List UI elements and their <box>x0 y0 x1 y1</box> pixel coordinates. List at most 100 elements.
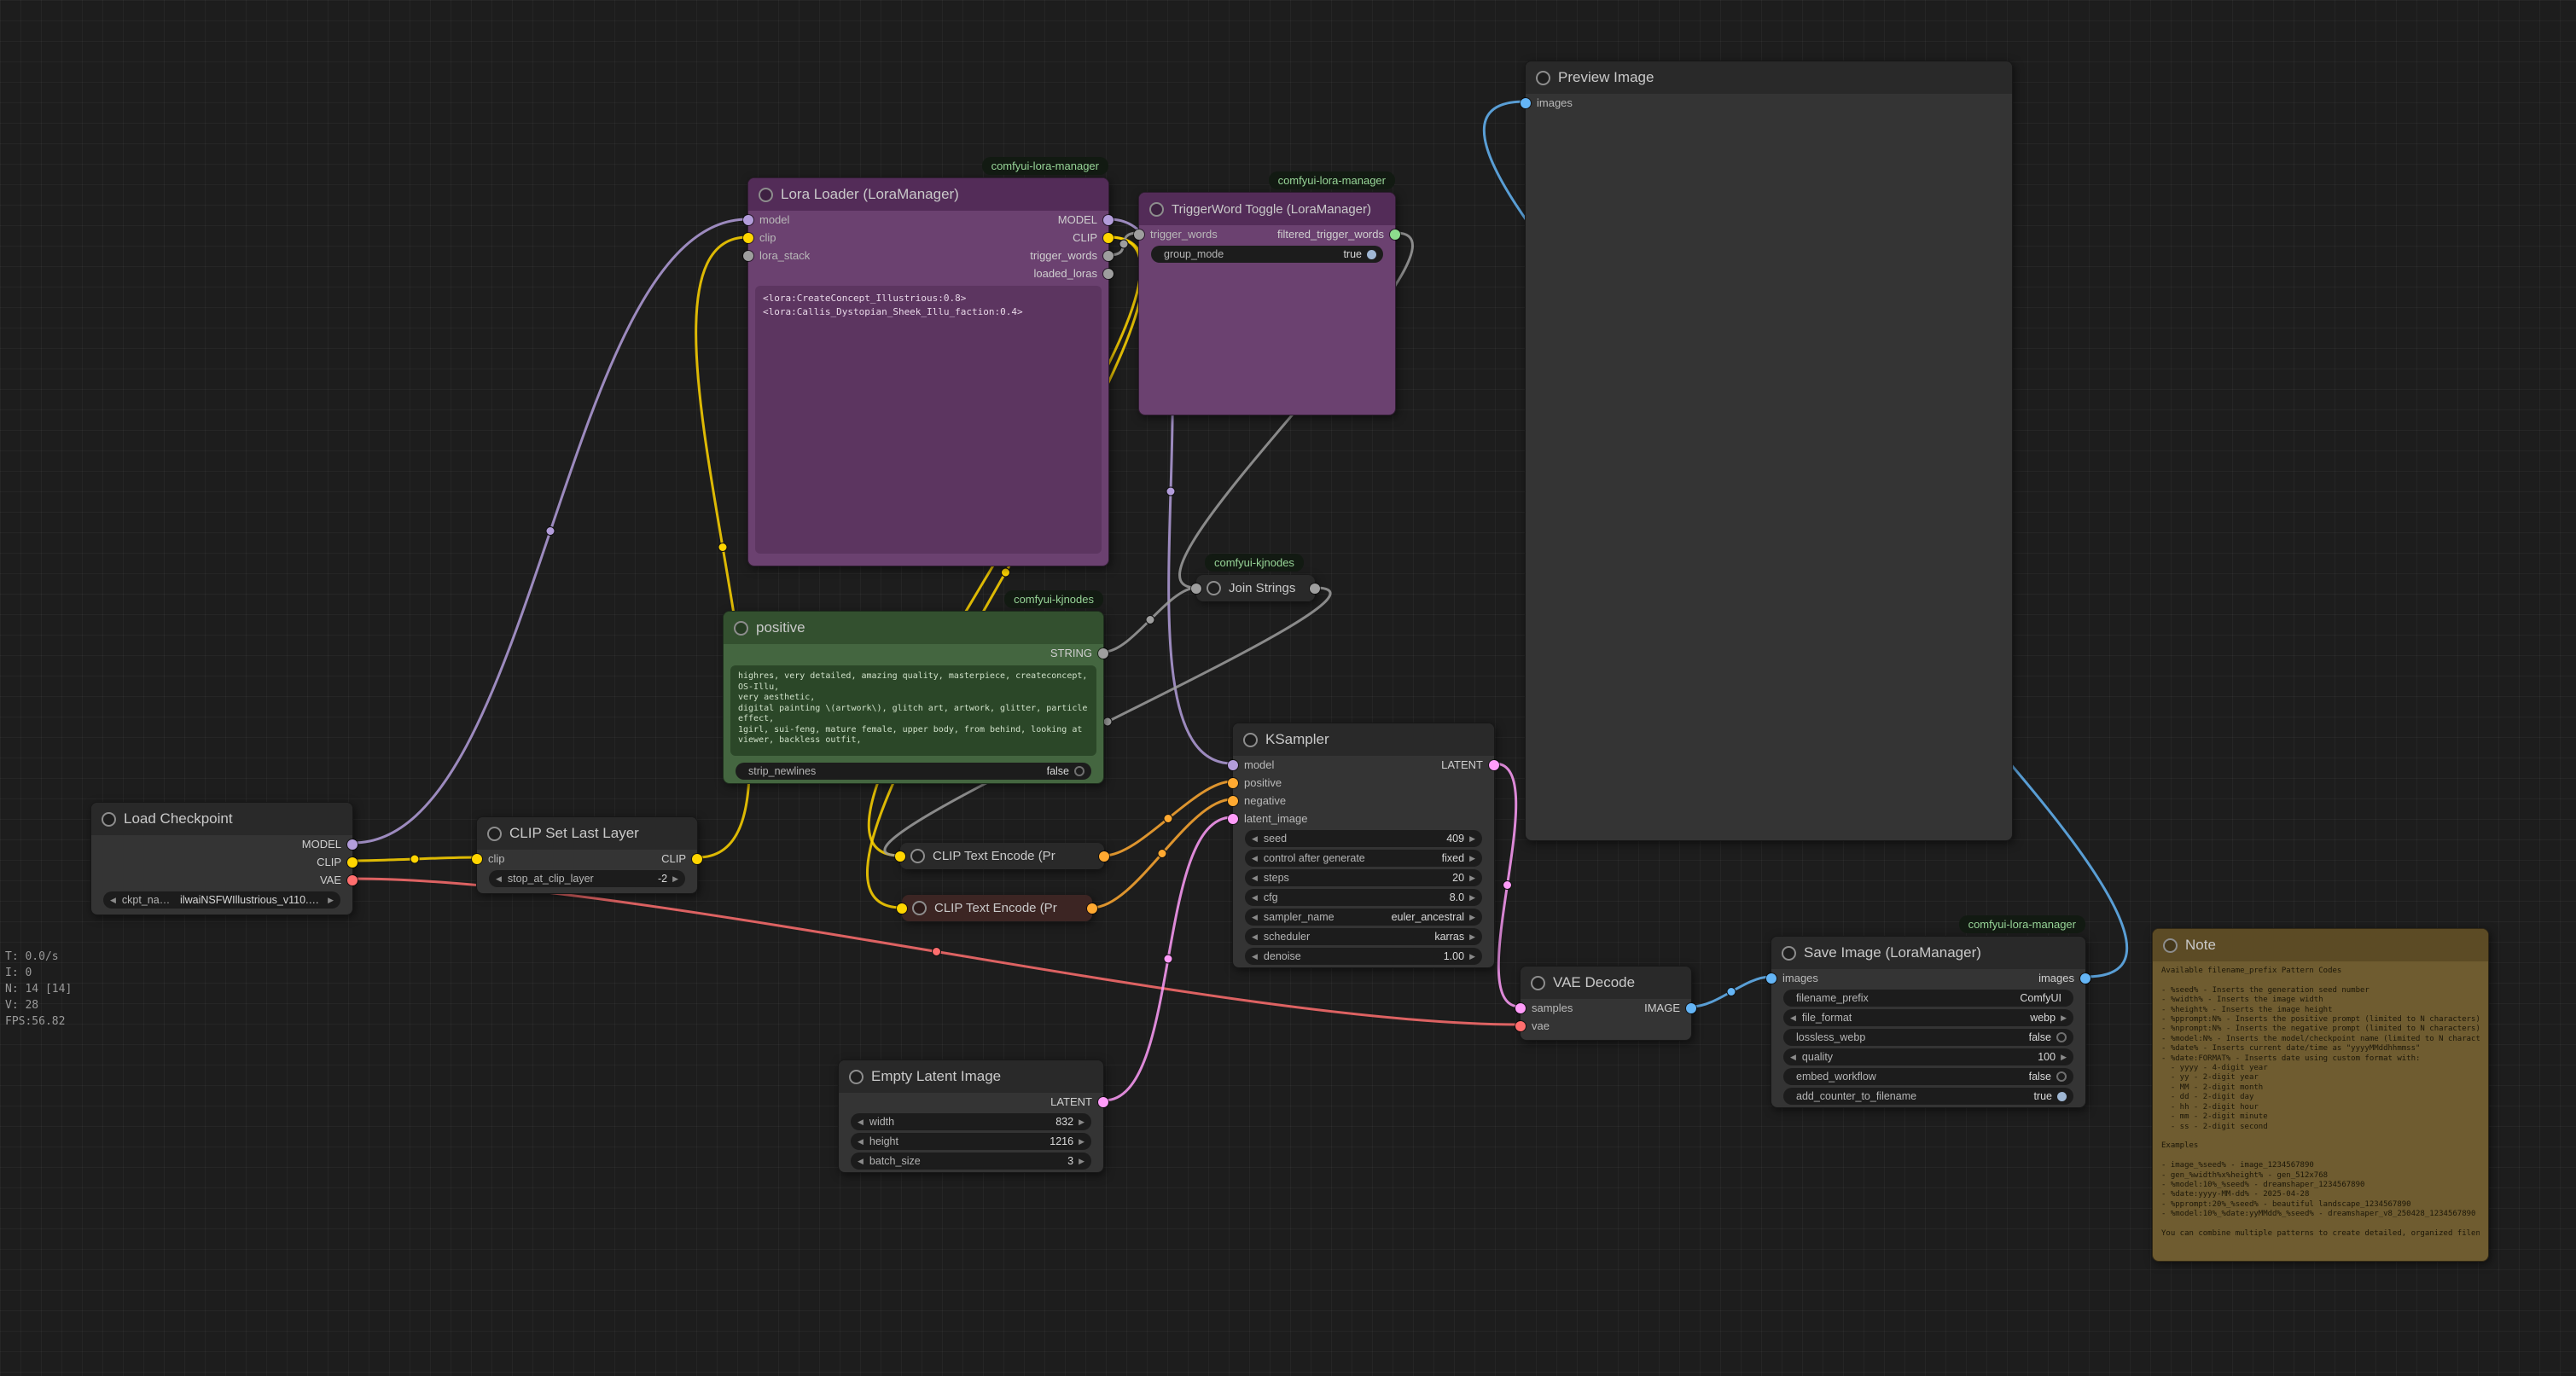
link-checkpoint-model-to-lora-midpoint-dot[interactable] <box>546 527 555 536</box>
next-arrow-icon[interactable]: ▶ <box>1469 952 1475 961</box>
node-clip-text-encode-positive[interactable]: CLIP Text Encode (Pr <box>900 843 1104 869</box>
link-clipset-to-lora-clip-midpoint-dot[interactable] <box>718 543 727 552</box>
input-port-clip[interactable] <box>743 233 753 243</box>
output-port-conditioning[interactable] <box>1087 903 1097 914</box>
node-empty-latent-image[interactable]: Empty Latent Image LATENT ◀ width 832 ▶ … <box>838 1060 1104 1173</box>
input-port-negative[interactable] <box>1228 796 1238 806</box>
next-arrow-icon[interactable]: ▶ <box>2061 1013 2067 1023</box>
link-lora-triggerwords-to-toggle-midpoint-dot[interactable] <box>1119 240 1128 248</box>
node-title-bar[interactable]: TriggerWord Toggle (LoraManager) <box>1139 193 1395 225</box>
widget-steps[interactable]: ◀ steps 20 ▶ <box>1245 869 1482 886</box>
collapse-icon[interactable] <box>1207 581 1221 595</box>
link-latent-to-ksampler-midpoint-dot[interactable] <box>1164 955 1172 963</box>
next-arrow-icon[interactable]: ▶ <box>1079 1157 1084 1166</box>
link-joinstrings-to-positive-encode-midpoint-dot[interactable] <box>1103 717 1112 726</box>
collapse-icon[interactable] <box>1149 202 1164 217</box>
link-negative-cond-to-ksampler-midpoint-dot[interactable] <box>1158 850 1166 858</box>
output-port-images[interactable] <box>2080 973 2090 984</box>
widget-strip-newlines[interactable]: strip_newlines false <box>736 763 1091 780</box>
widget-quality[interactable]: ◀ quality 100 ▶ <box>1783 1048 2073 1065</box>
widget-file-format[interactable]: ◀ file_format webp ▶ <box>1783 1009 2073 1026</box>
node-title-bar[interactable]: positive <box>724 612 1103 644</box>
widget-cfg[interactable]: ◀ cfg 8.0 ▶ <box>1245 889 1482 906</box>
node-clip-set-last-layer[interactable]: CLIP Set Last Layer clip CLIP ◀ stop_at_… <box>476 816 698 894</box>
input-port-vae[interactable] <box>1515 1021 1526 1031</box>
toggle-off-icon[interactable] <box>2056 1071 2067 1082</box>
collapse-icon[interactable] <box>849 1070 864 1084</box>
next-arrow-icon[interactable]: ▶ <box>1469 913 1475 922</box>
input-port-model[interactable] <box>1228 760 1238 770</box>
node-title-bar[interactable]: KSampler <box>1233 723 1494 756</box>
prev-arrow-icon[interactable]: ◀ <box>1790 1053 1796 1062</box>
collapse-icon[interactable] <box>2163 938 2178 953</box>
next-arrow-icon[interactable]: ▶ <box>1079 1118 1084 1127</box>
node-clip-text-encode-negative[interactable]: CLIP Text Encode (Pr <box>902 895 1092 921</box>
link-lora-model-to-ksampler-midpoint-dot[interactable] <box>1166 487 1175 496</box>
next-arrow-icon[interactable]: ▶ <box>2061 1053 2067 1062</box>
node-title-bar[interactable]: Note <box>2153 929 2488 961</box>
input-port-strings[interactable] <box>1191 583 1201 594</box>
widget-seed[interactable]: ◀ seed 409 ▶ <box>1245 830 1482 847</box>
widget-stop-at-clip-layer[interactable]: ◀ stop_at_clip_layer -2 ▶ <box>489 870 685 887</box>
output-port-model[interactable] <box>1103 215 1114 225</box>
prev-arrow-icon[interactable]: ◀ <box>1252 854 1258 863</box>
prev-arrow-icon[interactable]: ◀ <box>1252 952 1258 961</box>
node-lora-loader[interactable]: comfyui-lora-manager Lora Loader (LoraMa… <box>747 177 1109 566</box>
input-port-trigger-words[interactable] <box>1134 229 1144 240</box>
prev-arrow-icon[interactable]: ◀ <box>858 1157 864 1166</box>
output-port-clip[interactable] <box>1103 233 1114 243</box>
node-positive-prompt[interactable]: comfyui-kjnodes positive STRING highres,… <box>723 611 1104 784</box>
node-title-bar[interactable]: VAE Decode <box>1521 967 1691 999</box>
output-port-clip[interactable] <box>692 854 702 864</box>
output-port-latent[interactable] <box>1098 1097 1108 1107</box>
next-arrow-icon[interactable]: ▶ <box>328 896 334 905</box>
prev-arrow-icon[interactable]: ◀ <box>110 896 116 905</box>
widget-group-mode[interactable]: group_mode true <box>1151 246 1383 263</box>
node-title-bar[interactable]: CLIP Set Last Layer <box>477 817 697 850</box>
output-port-latent[interactable] <box>1489 760 1499 770</box>
collapse-icon[interactable] <box>102 812 116 827</box>
collapse-icon[interactable] <box>1536 71 1550 85</box>
output-port-string[interactable] <box>1098 648 1108 659</box>
link-checkpoint-vae-to-vaedecode-midpoint-dot[interactable] <box>933 948 941 956</box>
collapse-icon[interactable] <box>1782 946 1796 961</box>
output-port-string[interactable] <box>1310 583 1320 594</box>
widget-embed-workflow[interactable]: embed_workflow false <box>1783 1068 2073 1085</box>
input-port-images[interactable] <box>1766 973 1776 984</box>
node-title-bar[interactable]: Save Image (LoraManager) <box>1771 937 2085 969</box>
collapse-icon[interactable] <box>759 188 773 202</box>
link-positive-to-joinstrings-midpoint-dot[interactable] <box>1146 616 1154 624</box>
prev-arrow-icon[interactable]: ◀ <box>1252 834 1258 844</box>
output-port-filtered-trigger-words[interactable] <box>1390 229 1400 240</box>
input-port-samples[interactable] <box>1515 1003 1526 1013</box>
next-arrow-icon[interactable]: ▶ <box>1469 893 1475 903</box>
output-port-conditioning[interactable] <box>1099 851 1109 862</box>
prev-arrow-icon[interactable]: ◀ <box>496 874 502 884</box>
toggle-off-icon[interactable] <box>2056 1032 2067 1042</box>
next-arrow-icon[interactable]: ▶ <box>1469 834 1475 844</box>
collapse-icon[interactable] <box>910 849 925 863</box>
input-port-clip[interactable] <box>895 851 905 862</box>
widget-height[interactable]: ◀ height 1216 ▶ <box>851 1133 1091 1150</box>
next-arrow-icon[interactable]: ▶ <box>1469 932 1475 942</box>
collapse-icon[interactable] <box>1531 976 1545 990</box>
link-positive-cond-to-ksampler-midpoint-dot[interactable] <box>1164 815 1172 823</box>
collapse-icon[interactable] <box>734 621 748 636</box>
toggle-off-icon[interactable] <box>1074 766 1084 776</box>
widget-batch-size[interactable]: ◀ batch_size 3 ▶ <box>851 1152 1091 1170</box>
widget-lossless-webp[interactable]: lossless_webp false <box>1783 1029 2073 1046</box>
node-title-bar[interactable]: Preview Image <box>1526 61 2012 94</box>
widget-ckpt-name[interactable]: ◀ ckpt_name ilwaiNSFWIllustrious_v110.s.… <box>103 891 340 909</box>
prev-arrow-icon[interactable]: ◀ <box>1252 874 1258 883</box>
next-arrow-icon[interactable]: ▶ <box>1469 854 1475 863</box>
node-title-bar[interactable]: Empty Latent Image <box>839 1060 1103 1093</box>
prev-arrow-icon[interactable]: ◀ <box>1252 913 1258 922</box>
prev-arrow-icon[interactable]: ◀ <box>858 1137 864 1147</box>
node-graph-canvas[interactable]: Load Checkpoint MODEL CLIP VAE ◀ ckpt_na… <box>0 0 2576 1376</box>
node-preview-image[interactable]: Preview Image images <box>1525 61 2013 841</box>
node-vae-decode[interactable]: VAE Decode samples IMAGE vae <box>1520 966 1692 1041</box>
next-arrow-icon[interactable]: ▶ <box>1469 874 1475 883</box>
node-title-bar[interactable]: Load Checkpoint <box>91 803 352 835</box>
prompt-textarea[interactable]: highres, very detailed, amazing quality,… <box>730 665 1096 756</box>
lora-syntax-textarea[interactable]: <lora:CreateConcept_Illustrious:0.8> <lo… <box>755 286 1102 554</box>
